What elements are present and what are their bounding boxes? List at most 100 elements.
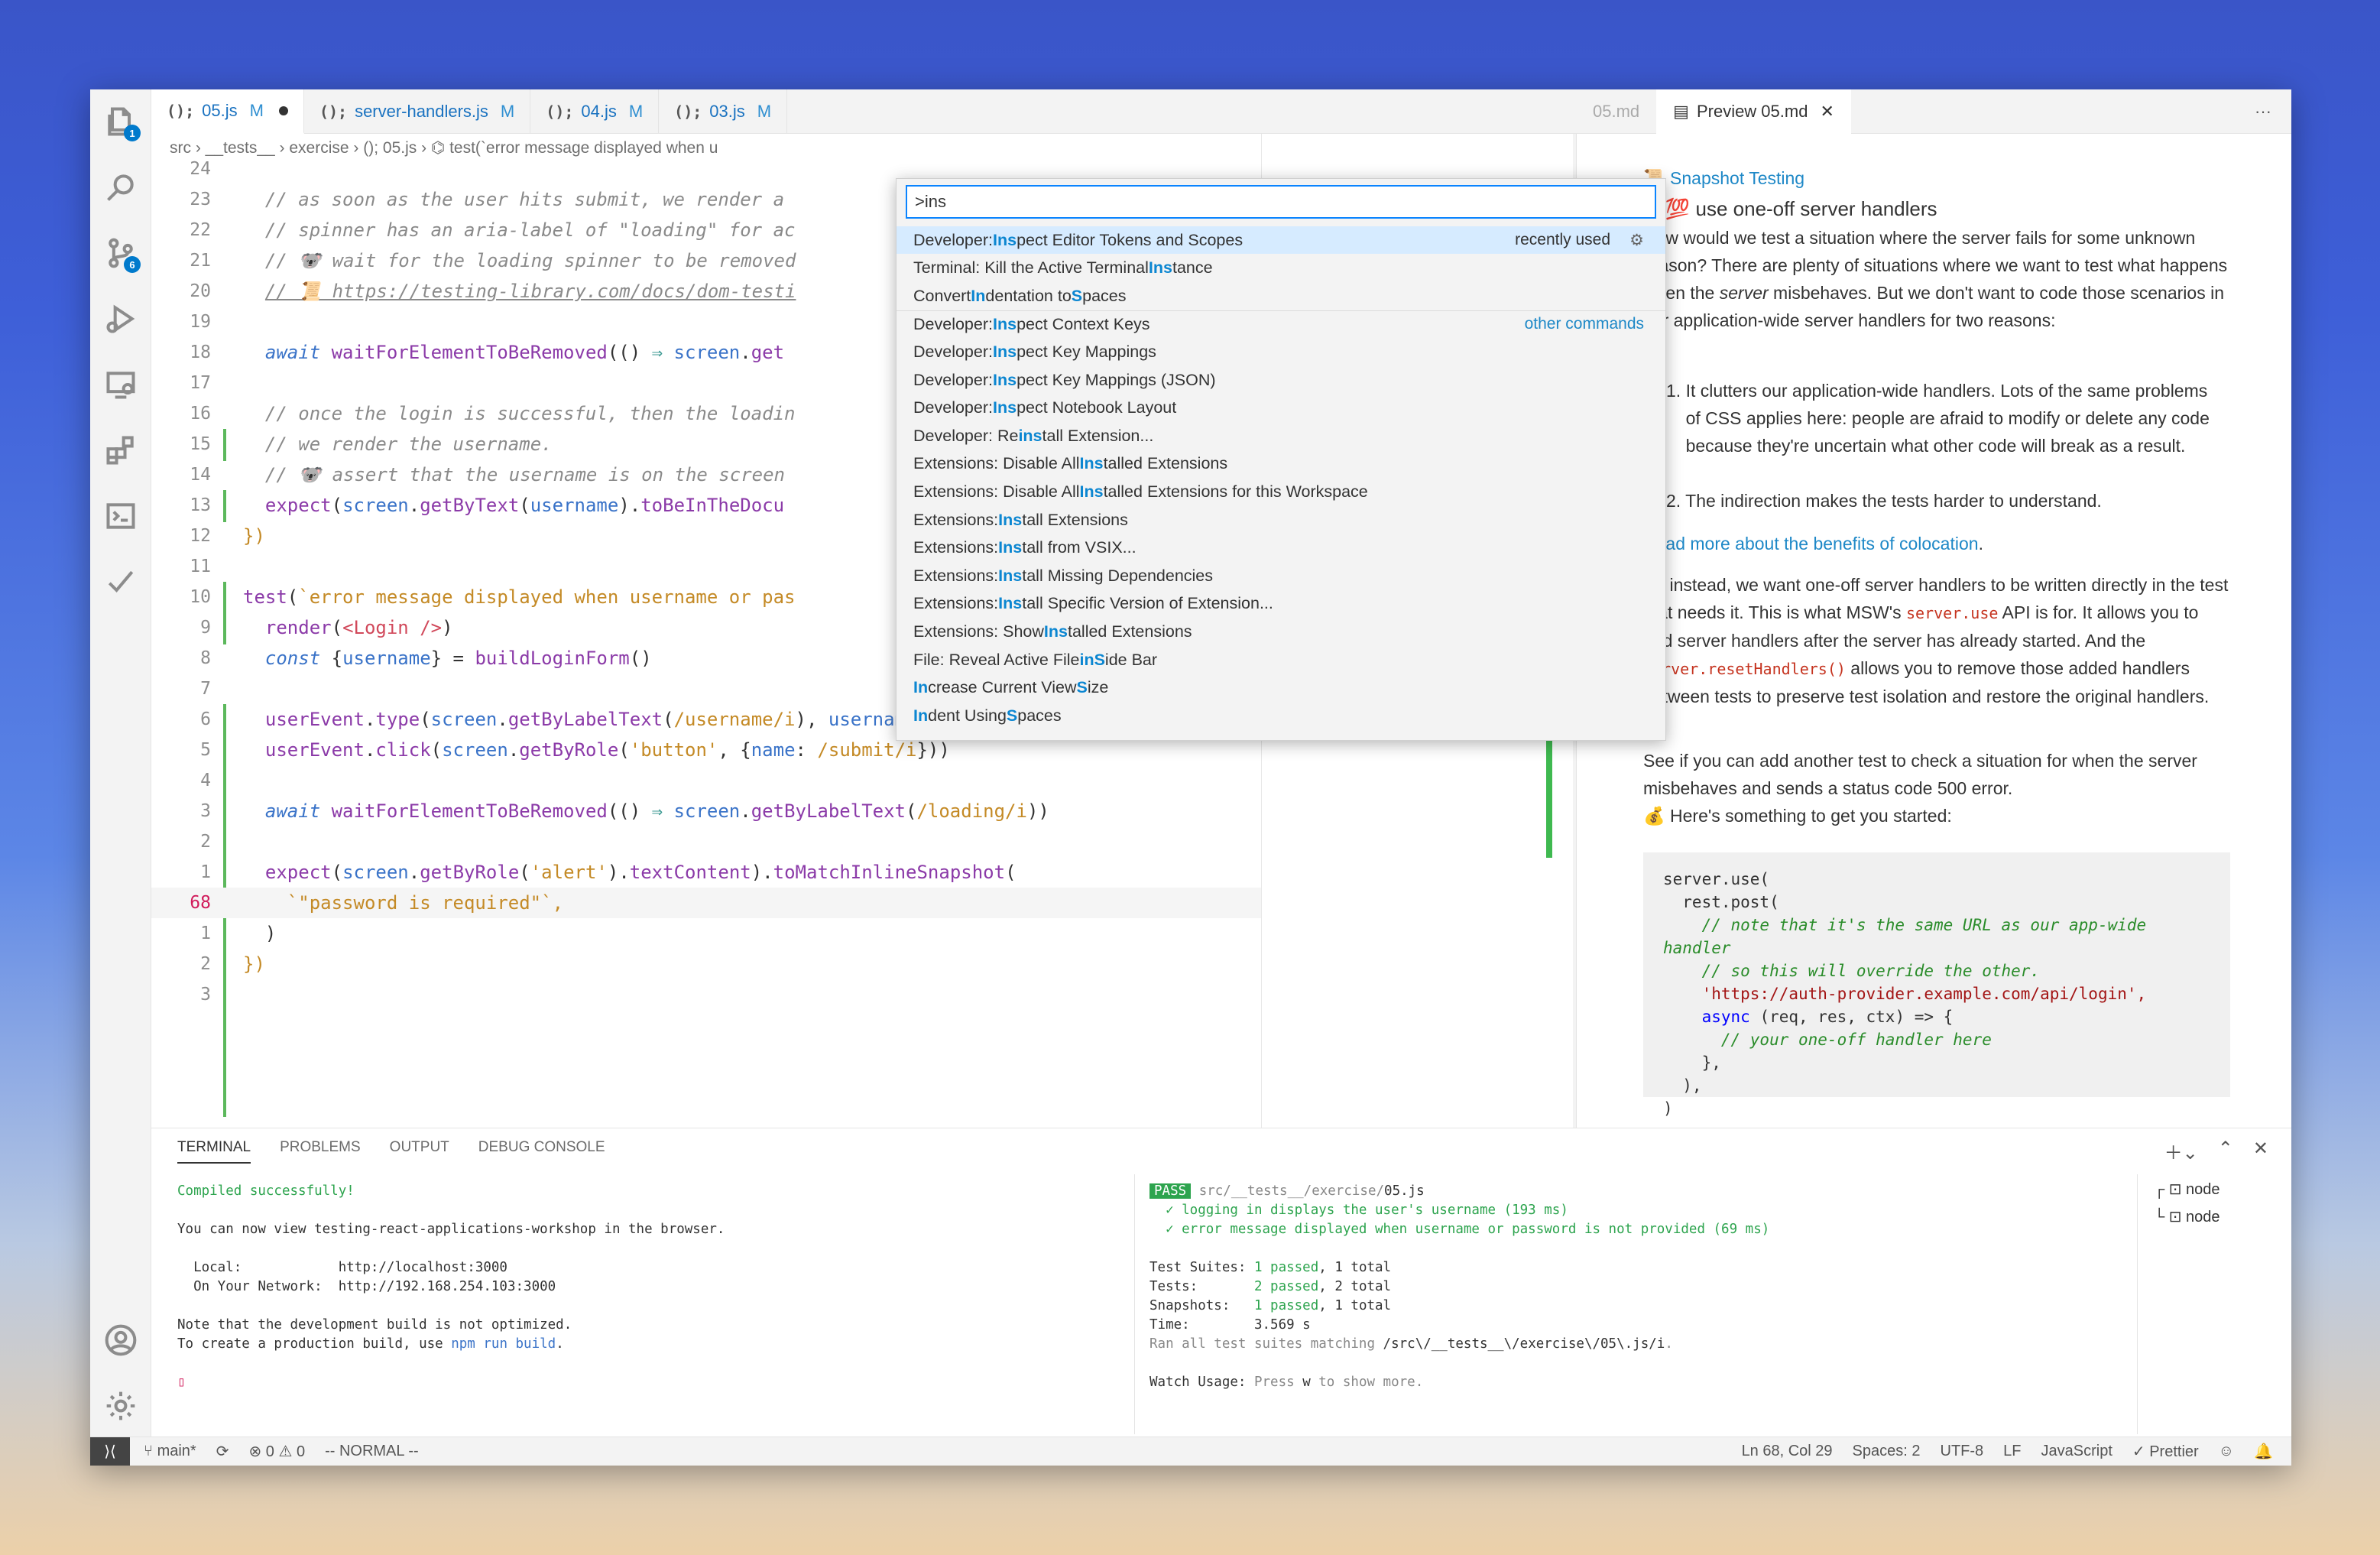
command-palette-item[interactable]: In dent Using Spaces [897, 702, 1665, 729]
language-mode[interactable]: JavaScript [2041, 1443, 2112, 1460]
maximize-panel-icon[interactable]: ⌃ [2218, 1138, 2233, 1164]
modified-indicator: M [500, 102, 515, 121]
tab-label: server-handlers.js [355, 102, 488, 121]
command-palette-input[interactable] [906, 185, 1656, 219]
tab-05-md[interactable]: 05.md [1576, 89, 1656, 134]
paragraph: See if you can add another test to check… [1643, 751, 2197, 798]
unsaved-dot-icon[interactable] [278, 106, 288, 115]
tab-label: 04.js [581, 102, 617, 121]
code-block: server.use( rest.post( // note that it's… [1643, 852, 2230, 1118]
tab-problems[interactable]: PROBLEMS [280, 1139, 361, 1164]
command-palette-item[interactable]: Extensions: Ins tall Missing Dependencies [897, 562, 1665, 589]
more-actions-icon[interactable]: ··· [2255, 102, 2271, 122]
command-palette-item[interactable]: Extensions: Disable All Ins talled Extens… [897, 450, 1665, 478]
tab-05-js[interactable]: (); 05.js M [151, 89, 304, 134]
problems-indicator[interactable]: ⊗ 0 ⚠ 0 [248, 1442, 305, 1461]
command-palette-item[interactable]: Extensions: Ins tall Specific Version of … [897, 590, 1665, 618]
palette-item-hint: other commands [1524, 315, 1644, 333]
panel-terminal: TERMINAL PROBLEMS OUTPUT DEBUG CONSOLE ＋… [151, 1128, 2291, 1437]
panel-tabs: TERMINAL PROBLEMS OUTPUT DEBUG CONSOLE [177, 1139, 605, 1164]
settings-gear-icon[interactable] [102, 1388, 139, 1424]
command-palette-item[interactable]: Terminal: Kill the Active Terminal Ins ta… [897, 255, 1665, 282]
terminal-item-node[interactable]: ┌ ⊡ node [2154, 1176, 2220, 1203]
tab-label: Preview 05.md [1696, 101, 1808, 121]
tab-03-js[interactable]: (); 03.js M [659, 89, 788, 134]
js-file-icon: (); [674, 102, 702, 121]
cursor-position[interactable]: Ln 68, Col 29 [1742, 1443, 1833, 1460]
command-palette-item[interactable]: Developer: Ins pect Key Mappings (JSON) [897, 366, 1665, 394]
testing-check-icon[interactable] [102, 563, 139, 600]
read-more-link[interactable]: Read more about the benefits of colocati… [1643, 530, 1983, 557]
command-palette: Developer: Inspect Editor Tokens and Sco… [896, 178, 1666, 741]
tab-server-handlers-js[interactable]: (); server-handlers.js M [304, 89, 531, 134]
js-file-icon: (); [319, 102, 348, 121]
new-terminal-icon[interactable]: ＋⌄ [2164, 1138, 2198, 1164]
tab-terminal[interactable]: TERMINAL [177, 1139, 251, 1164]
remote-indicator-icon[interactable]: ⟩⟨ [90, 1437, 130, 1466]
tab-label: 05.js [202, 101, 238, 120]
search-icon[interactable] [102, 169, 139, 206]
snapshot-testing-link[interactable]: 📜 Snapshot Testing [1643, 164, 1804, 192]
scm-badge: 6 [124, 256, 141, 273]
paragraph: So instead, we want one-off server handl… [1643, 575, 2229, 706]
list-item: 1. It clutters our application-wide hand… [1666, 381, 2210, 456]
js-file-icon: (); [167, 102, 195, 120]
account-icon[interactable] [102, 1322, 139, 1359]
run-debug-icon[interactable] [102, 300, 139, 337]
tab-output[interactable]: OUTPUT [390, 1139, 449, 1164]
terminal-pane-left[interactable]: Compiled successfully! You can now view … [177, 1182, 725, 1392]
remote-explorer-icon[interactable] [102, 366, 139, 403]
activity-bar: 1 6 [90, 89, 151, 1437]
branch-indicator[interactable]: ⑂ main* [144, 1443, 196, 1460]
vscode-window: 1 6 (); 05.js M (); server-handlers.js M… [90, 89, 2291, 1466]
feedback-icon[interactable]: ☺ [2219, 1443, 2234, 1460]
command-palette-item[interactable]: Extensions: Show Ins talled Extensions [897, 618, 1665, 645]
command-palette-item[interactable]: Developer: Ins pect Context Keys other com… [897, 310, 1665, 338]
editor-tab-bar: (); 05.js M (); server-handlers.js M ();… [151, 89, 1665, 134]
notifications-bell-icon[interactable]: 🔔 [2254, 1442, 2273, 1461]
command-palette-item[interactable]: Extensions: Ins tall from VSIX... [897, 534, 1665, 562]
close-icon[interactable]: ✕ [1820, 102, 1834, 122]
command-palette-item[interactable]: Extensions: Ins tall Extensions [897, 506, 1665, 534]
tab-preview-05-md[interactable]: ▤ Preview 05.md ✕ [1656, 89, 1851, 134]
command-palette-item[interactable]: File: Reveal Active File in Side Bar [897, 646, 1665, 674]
modified-indicator: M [628, 102, 644, 121]
extensions-icon[interactable] [102, 432, 139, 469]
paragraph: 💰 Here's something to get you started: [1643, 806, 1952, 826]
pass-badge: PASS [1149, 1183, 1192, 1199]
source-control-icon[interactable]: 6 [102, 235, 141, 273]
tab-04-js[interactable]: (); 04.js M [530, 89, 660, 134]
gear-icon: ⚙ [1629, 231, 1644, 249]
paragraph: How would we test a situation where the … [1643, 228, 2228, 330]
command-palette-item[interactable]: Developer: Ins pect Notebook Layout [897, 394, 1665, 422]
command-palette-item[interactable]: Developer: Ins pect Key Mappings [897, 338, 1665, 365]
status-bar: ⟩⟨ ⑂ main* ⟳ ⊗ 0 ⚠ 0 -- NORMAL -- Ln 68,… [90, 1437, 2291, 1466]
indentation[interactable]: Spaces: 2 [1853, 1443, 1921, 1460]
tab-debug-console[interactable]: DEBUG CONSOLE [478, 1139, 605, 1164]
vim-mode: -- NORMAL -- [325, 1443, 419, 1459]
close-panel-icon[interactable]: ✕ [2253, 1138, 2268, 1164]
explorer-icon[interactable]: 1 [102, 103, 141, 141]
command-palette-item[interactable]: Developer: Ins pect Editor Tokens and Sco… [897, 226, 1665, 254]
modified-indicator: M [757, 102, 772, 121]
section-heading: 4. 💯 use one-off server handlers [1643, 197, 1937, 220]
command-palette-item[interactable]: Convert In dentation to Spaces [897, 282, 1665, 310]
modified-indicator: M [249, 101, 264, 120]
terminal-item-node[interactable]: └ ⊡ node [2154, 1203, 2220, 1231]
line-ending[interactable]: LF [2003, 1443, 2021, 1460]
terminal-pane-right[interactable]: PASS src/__tests__/exercise/05.js ✓ logg… [1149, 1182, 1769, 1392]
prettier-status[interactable]: ✓ Prettier [2132, 1442, 2199, 1461]
preview-icon: ▤ [1673, 101, 1689, 121]
encoding[interactable]: UTF-8 [1941, 1443, 1984, 1460]
command-palette-item[interactable]: Extensions: Disable All Ins talled Extens… [897, 478, 1665, 505]
terminal-panel-icon[interactable] [102, 498, 139, 534]
explorer-badge: 1 [124, 125, 141, 141]
preview-tab-bar: 05.md ▤ Preview 05.md ✕ ··· [1576, 89, 2291, 134]
palette-item-hint: recently used [1515, 231, 1610, 248]
command-palette-item[interactable]: Developer: Re ins tall Extension... [897, 422, 1665, 450]
tab-label: 03.js [709, 102, 745, 121]
terminal-list: ┌ ⊡ node └ ⊡ node [2154, 1176, 2220, 1231]
js-file-icon: (); [546, 102, 574, 121]
command-palette-item[interactable]: In crease Current View Size [897, 674, 1665, 702]
sync-icon[interactable]: ⟳ [216, 1442, 229, 1461]
